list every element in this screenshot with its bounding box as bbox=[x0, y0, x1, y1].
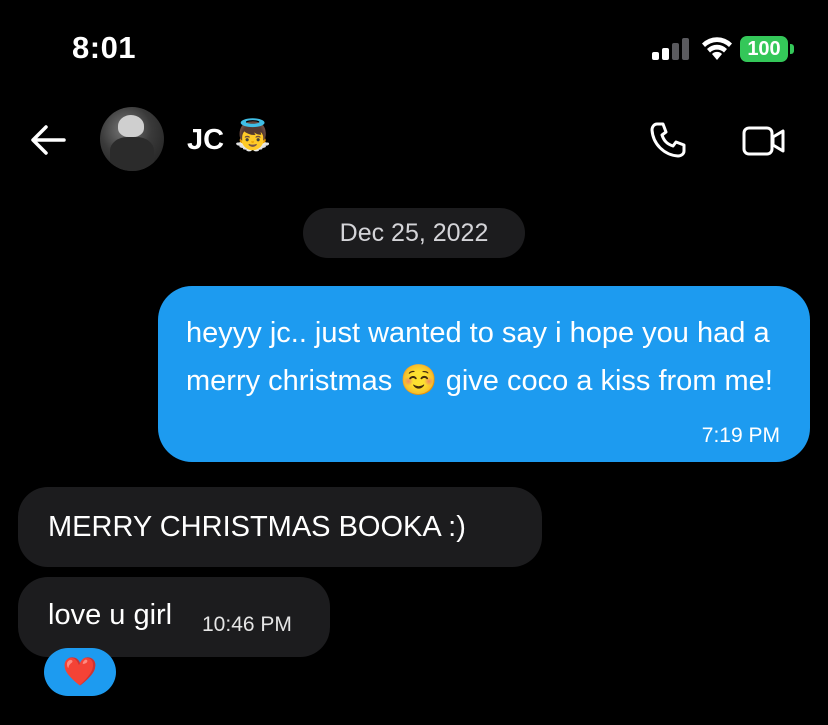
battery-icon: 100 bbox=[740, 36, 788, 62]
message-timestamp: 10:46 PM bbox=[202, 613, 292, 636]
phone-icon[interactable] bbox=[648, 120, 688, 160]
status-time: 8:01 bbox=[72, 30, 137, 65]
date-separator: Dec 25, 2022 bbox=[303, 208, 525, 258]
message-text: heyyy jc.. just wanted to say i hope you… bbox=[186, 317, 773, 397]
contact-avatar[interactable] bbox=[100, 107, 164, 171]
heart-reaction-icon[interactable]: ❤️ bbox=[44, 648, 116, 696]
wifi-icon bbox=[702, 37, 732, 60]
back-arrow-icon[interactable] bbox=[28, 122, 68, 158]
signal-icon bbox=[652, 38, 690, 60]
contact-name[interactable]: JC bbox=[187, 124, 224, 157]
battery-nub bbox=[790, 44, 794, 54]
status-bar: 8:01 100 bbox=[0, 0, 828, 90]
incoming-message-bubble[interactable]: MERRY CHRISTMAS BOOKA :) bbox=[18, 487, 542, 567]
conversation-header: JC 👼 bbox=[0, 100, 828, 180]
video-call-icon[interactable] bbox=[742, 124, 786, 158]
angel-emoji-icon: 👼 bbox=[234, 119, 272, 152]
message-timestamp: 7:19 PM bbox=[701, 424, 780, 447]
incoming-message-bubble[interactable]: love u girl 10:46 PM bbox=[18, 577, 330, 657]
message-text: MERRY CHRISTMAS BOOKA :) bbox=[48, 511, 466, 543]
smiling-emoji-icon: ☺️ bbox=[400, 364, 438, 397]
message-text: love u girl bbox=[48, 599, 173, 631]
outgoing-message-bubble[interactable]: heyyy jc.. just wanted to say i hope you… bbox=[158, 286, 810, 462]
